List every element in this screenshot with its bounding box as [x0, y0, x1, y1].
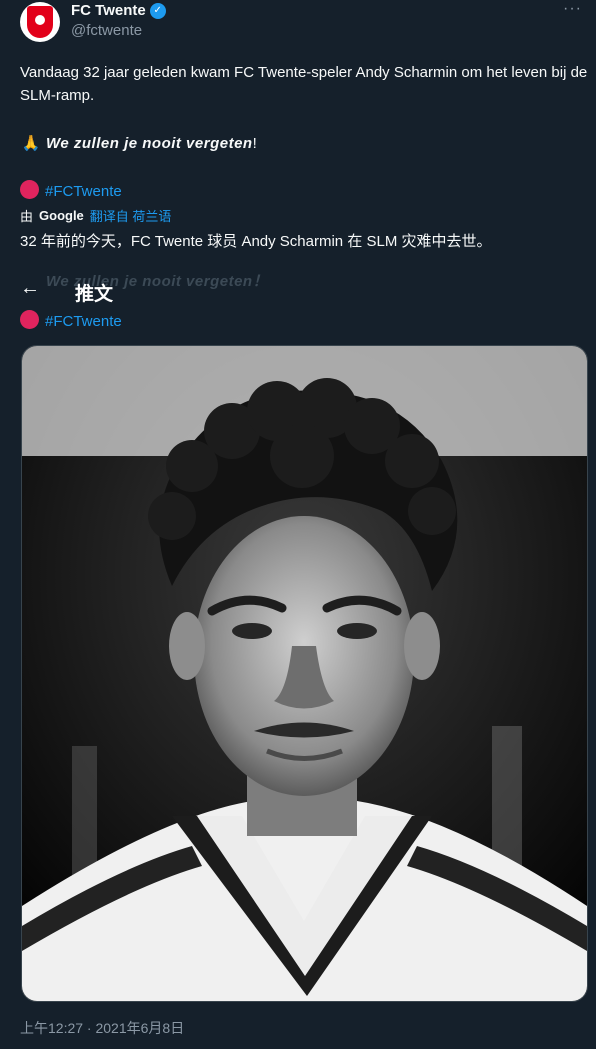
google-logo-text: Google: [39, 208, 84, 223]
header-title: 推文: [75, 284, 114, 305]
tweet-italic-text: We zullen je nooit vergeten: [46, 135, 253, 152]
tweet-exclamation: !: [252, 135, 257, 152]
hashtag-link-2[interactable]: #FCTwente: [45, 313, 122, 330]
translated-text: 32 年前的今天，FC Twente 球员 Andy Scharmin 在 SL…: [20, 233, 492, 250]
verified-badge-icon: ✓: [149, 3, 166, 19]
author-handle[interactable]: @fctwente: [71, 22, 142, 39]
tweet-text-line-3: 🙏 We zullen je nooit vergeten!: [20, 132, 257, 155]
tweet-text-line-1: Vandaag 32 jaar geleden kwam FC Twente-s…: [20, 64, 588, 104]
hashtag-row: #FCTwente: [20, 180, 122, 203]
tweet-timestamp[interactable]: 上午12:27 · 2021年6月8日: [20, 1018, 184, 1038]
hashtag-link[interactable]: #FCTwente: [45, 183, 122, 200]
tweet-photo[interactable]: [21, 345, 588, 1002]
author-name[interactable]: FC Twente: [71, 2, 146, 20]
red-circle-emoji-icon: [20, 180, 39, 199]
player-portrait-image: [22, 346, 587, 1001]
folded-hands-emoji-icon: 🙏: [21, 135, 41, 152]
author-name-row[interactable]: FC Twente ✓: [71, 2, 166, 20]
translation-by-label: 由: [20, 209, 34, 224]
translated-from-link[interactable]: 翻译自 荷兰语: [90, 206, 172, 225]
translated-faded-line: We zullen je nooit vergeten！: [20, 270, 268, 293]
red-circle-emoji-icon: [20, 310, 39, 329]
fc-twente-logo: [27, 6, 53, 38]
more-icon[interactable]: ···: [563, 0, 582, 18]
avatar[interactable]: [20, 2, 60, 42]
hashtag-row-2: #FCTwente: [20, 310, 122, 333]
back-arrow-icon[interactable]: ←: [20, 277, 40, 300]
translation-source: 由 Google 翻译自 荷兰语: [20, 206, 171, 225]
